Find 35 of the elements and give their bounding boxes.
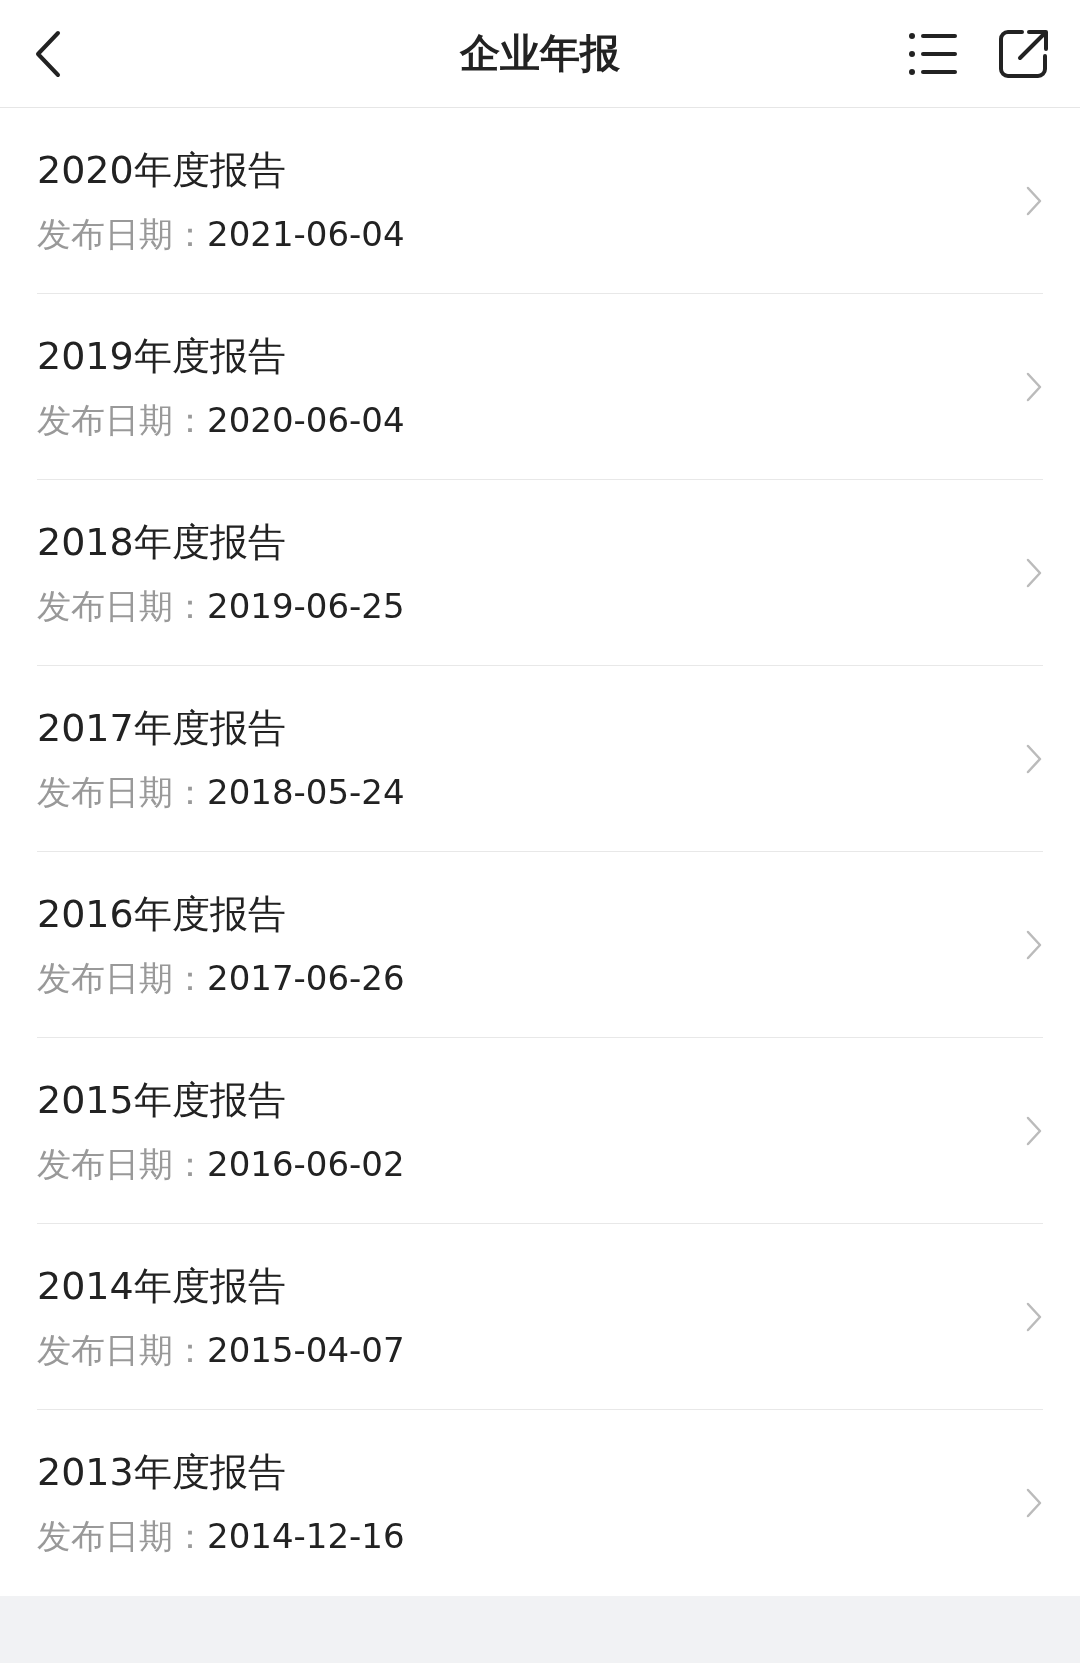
publish-date: 2015-04-07: [207, 1329, 405, 1370]
date-label: 发布日期：: [37, 957, 207, 998]
chevron-right-icon: [1025, 1487, 1043, 1519]
report-title: 2015年度报告: [37, 1077, 287, 1122]
date-label: 发布日期：: [37, 1516, 207, 1556]
report-title: 2020年度报告: [37, 147, 287, 192]
chevron-right-icon: [1025, 1114, 1043, 1147]
date-label: 发布日期：: [37, 399, 207, 440]
share-icon: [998, 27, 1050, 80]
publish-date: 2018-05-24: [207, 771, 405, 812]
chevron-right-icon: [1025, 1300, 1043, 1333]
chevron-right-icon: [1025, 184, 1043, 217]
publish-date: 2019-06-25: [207, 585, 405, 626]
publish-date: 2014-12-16: [207, 1516, 405, 1556]
page-title: 企业年报: [460, 29, 620, 78]
publish-date: 2021-06-04: [207, 213, 405, 254]
report-title: 2019年度报告: [37, 333, 287, 378]
date-label: 发布日期：: [37, 1143, 207, 1184]
report-title: 2014年度报告: [37, 1263, 287, 1308]
report-title: 2018年度报告: [37, 519, 287, 564]
chevron-right-icon: [1025, 556, 1043, 589]
report-title: 2016年度报告: [37, 891, 287, 936]
date-label: 发布日期：: [37, 213, 207, 254]
publish-date: 2020-06-04: [207, 399, 405, 440]
publish-date: 2016-06-02: [207, 1143, 405, 1184]
menu-icon: [908, 30, 958, 77]
date-label: 发布日期：: [37, 771, 207, 812]
chevron-right-icon: [1025, 742, 1043, 775]
chevron-right-icon: [1025, 370, 1043, 403]
report-title: 2017年度报告: [37, 705, 287, 750]
date-label: 发布日期：: [37, 1329, 207, 1370]
chevron-right-icon: [1025, 928, 1043, 961]
publish-date: 2017-06-26: [207, 957, 405, 998]
report-title: 2013年度报告: [37, 1450, 287, 1494]
date-label: 发布日期：: [37, 585, 207, 626]
